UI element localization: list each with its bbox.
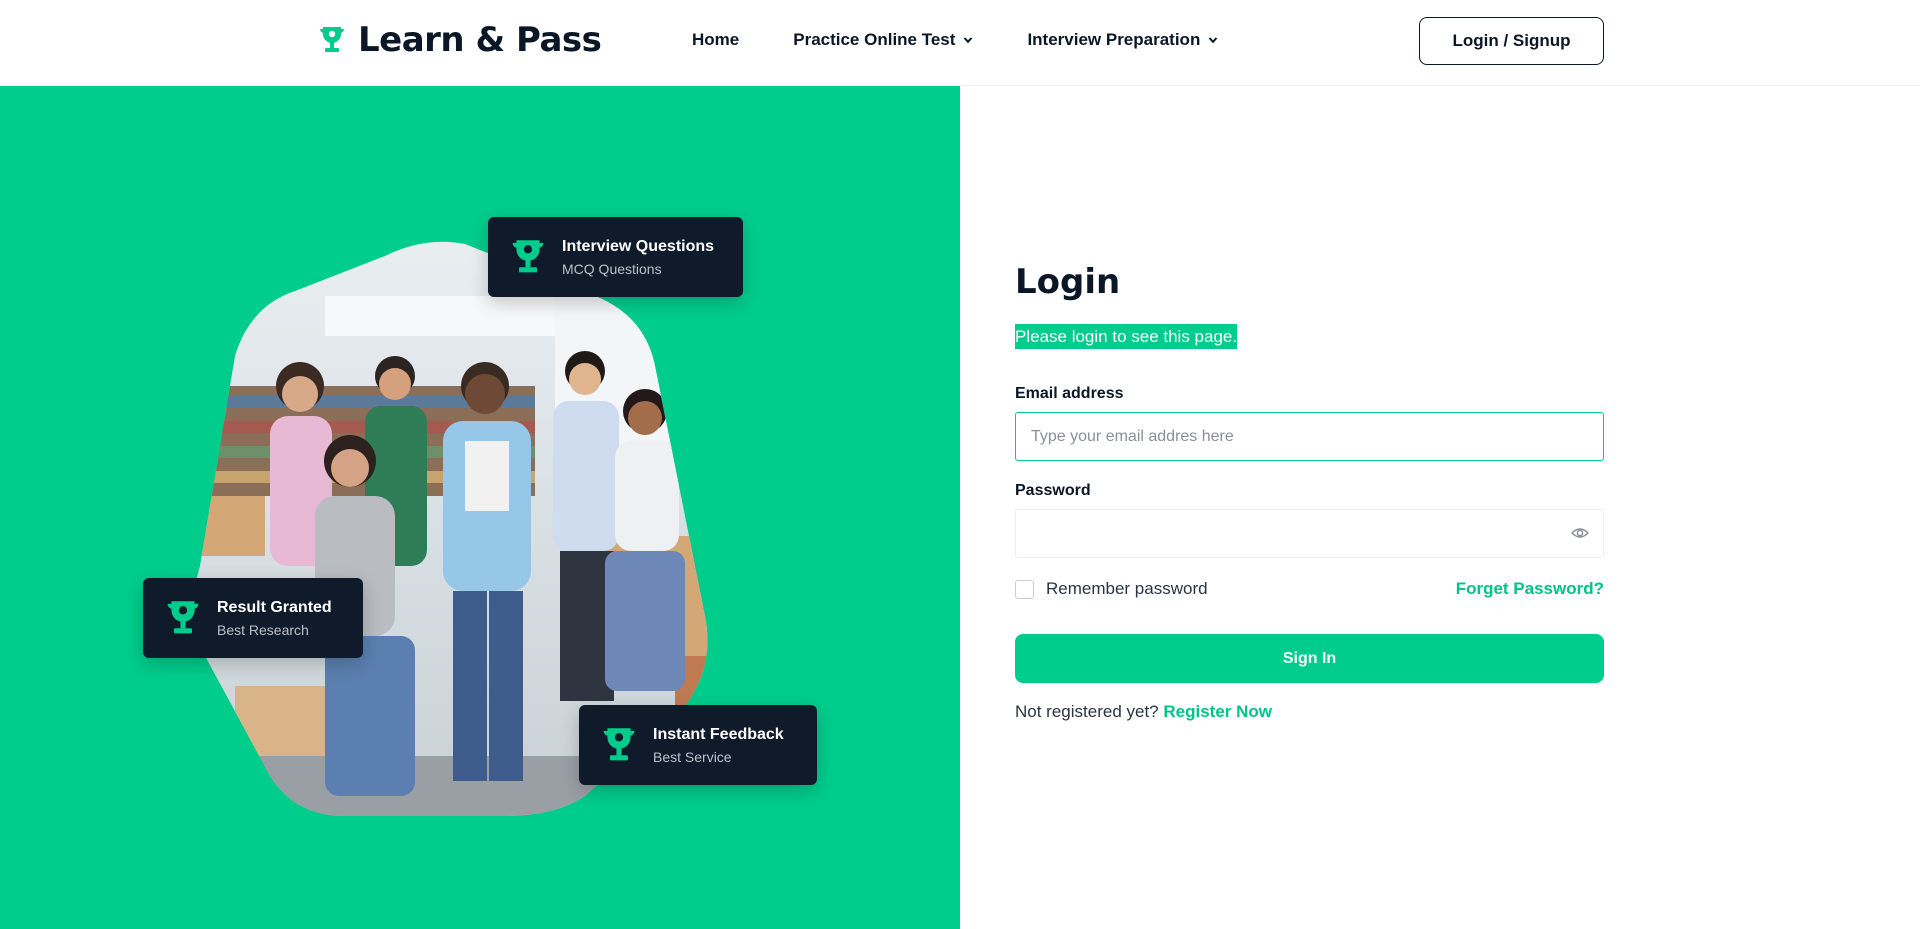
forget-password-link[interactable]: Forget Password? (1456, 579, 1604, 599)
trophy-icon (603, 728, 635, 761)
email-field[interactable] (1015, 412, 1604, 461)
login-notice: Please login to see this page. (1015, 324, 1238, 349)
card-title: Instant Feedback (653, 725, 784, 743)
hero-panel: Interview Questions MCQ Questions Result… (0, 86, 960, 929)
card-subtitle: Best Service (653, 748, 732, 765)
card-result-granted: Result Granted Best Research (143, 578, 363, 658)
remember-password[interactable]: Remember password (1015, 579, 1208, 599)
login-signup-button[interactable]: Login / Signup (1419, 17, 1604, 65)
trophy-icon (512, 240, 544, 273)
nav-interview-preparation[interactable]: Interview Preparation (1027, 30, 1218, 50)
brand-name: Learn & Pass (358, 20, 602, 60)
card-subtitle: Best Research (217, 621, 309, 638)
password-label: Password (1015, 482, 1091, 499)
nav-home-label: Home (692, 30, 740, 49)
chevron-down-icon (964, 37, 973, 44)
page-title: Login (1015, 262, 1121, 302)
remember-checkbox[interactable] (1015, 579, 1034, 599)
register-row: Not registered yet? Register Now (1015, 702, 1604, 722)
nav-home[interactable]: Home (692, 30, 739, 50)
password-field[interactable] (1015, 509, 1604, 558)
not-registered-text: Not registered yet? (1015, 702, 1159, 721)
nav-interview-label: Interview Preparation (1027, 30, 1201, 49)
logo[interactable]: Learn & Pass (318, 20, 602, 60)
chevron-down-icon (1209, 37, 1218, 44)
password-wrapper (1015, 509, 1604, 558)
card-title: Interview Questions (562, 237, 715, 255)
site-header: Learn & Pass Home Practice Online Test I… (0, 0, 1920, 86)
card-interview-questions: Interview Questions MCQ Questions (488, 217, 743, 297)
card-instant-feedback: Instant Feedback Best Service (579, 705, 817, 785)
register-now-link[interactable]: Register Now (1163, 702, 1272, 721)
nav-practice-online-test[interactable]: Practice Online Test (793, 30, 973, 50)
options-row: Remember password Forget Password? (1015, 579, 1604, 599)
remember-label: Remember password (1046, 579, 1208, 598)
card-title: Result Granted (217, 598, 332, 616)
trophy-icon (167, 601, 199, 634)
nav-practice-label: Practice Online Test (793, 30, 956, 49)
login-form: Login Please login to see this page. Ema… (1015, 262, 1604, 722)
card-subtitle: MCQ Questions (562, 260, 662, 277)
trophy-icon (320, 27, 344, 52)
main-nav: Home Practice Online Test Interview Prep… (692, 30, 1218, 50)
email-label: Email address (1015, 385, 1124, 402)
sign-in-button[interactable]: Sign In (1015, 634, 1604, 683)
eye-icon[interactable] (1571, 525, 1589, 541)
